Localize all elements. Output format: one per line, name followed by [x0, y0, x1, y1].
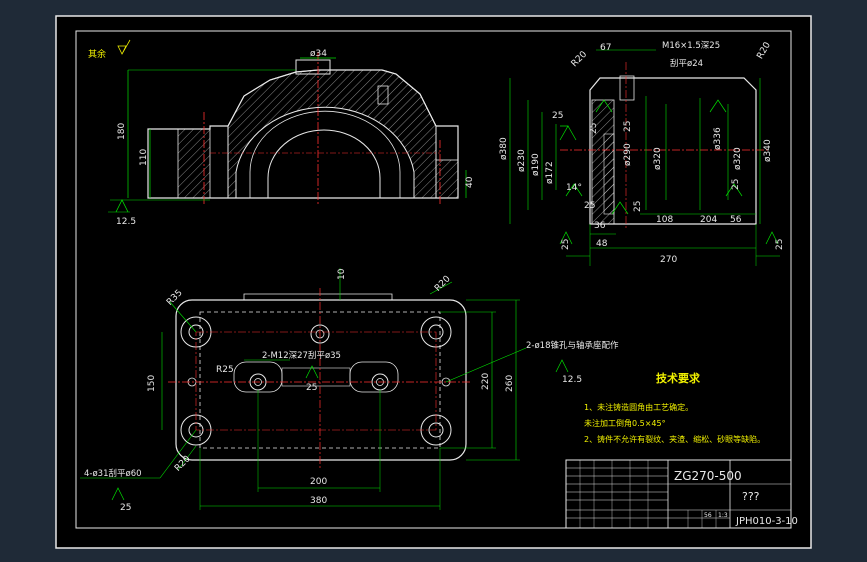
dim-67: 67 [600, 43, 611, 53]
dim-260: 260 [505, 375, 515, 392]
cad-viewport[interactable]: 其余 ø34 180 110 40 12.5 67 M16×1.5深25 刮平ø… [0, 0, 867, 562]
dim-top-diameter: ø34 [310, 49, 327, 59]
dim-48: 48 [596, 239, 608, 249]
title-material: ZG270-500 [674, 469, 742, 483]
title-code: JPH010-3-10 [735, 516, 798, 527]
dim-220: 220 [481, 373, 491, 390]
dim-thread-holes: 2-M12深27刮平ø35 [262, 350, 341, 361]
dim-25-low-left: 25 [561, 239, 571, 250]
dim-base-thickness: 40 [465, 176, 475, 188]
dim-d320a: ø320 [653, 147, 663, 170]
dim-d190: ø190 [531, 153, 541, 176]
dim-d380: ø380 [499, 137, 509, 160]
dim-25b: 25 [589, 123, 599, 134]
dim-d172: ø172 [545, 161, 555, 184]
roughness-front: 12.5 [116, 217, 136, 227]
dim-200: 200 [310, 477, 327, 487]
dim-25-bottom: 25 [120, 503, 131, 513]
dim-25a: 25 [552, 111, 563, 121]
dim-d336: ø336 [713, 127, 723, 150]
dim-108: 108 [656, 215, 673, 225]
dim-25-center: 25 [306, 383, 317, 393]
dim-bolt-holes: 4-ø31刮平ø60 [84, 468, 142, 479]
title-scale: 1:3 [718, 512, 728, 519]
tech-item-1: 1、未注铸造圆角由工艺确定。 [584, 402, 693, 412]
dim-270: 270 [660, 255, 677, 265]
dim-25e: 25 [633, 201, 643, 212]
tech-title: 技术要求 [656, 371, 701, 385]
title-qty: 56 [704, 512, 712, 519]
dim-25c: 25 [623, 121, 633, 132]
dim-counterbore: 刮平ø24 [670, 58, 703, 69]
dim-25-low-right: 25 [775, 239, 785, 250]
dim-thread: M16×1.5深25 [662, 41, 720, 51]
dim-r25: R25 [216, 365, 234, 375]
roughness-note: 其余 [88, 48, 106, 60]
title-name: ??? [742, 490, 760, 503]
tech-item-3: 2、铸件不允许有裂纹、夹渣、缩松、砂眼等缺陷。 [584, 434, 765, 444]
dim-height-mid: 110 [139, 149, 149, 166]
drawing-canvas: 其余 ø34 180 110 40 12.5 67 M16×1.5深25 刮平ø… [55, 15, 812, 549]
dim-14deg: 14° [566, 183, 582, 193]
dim-10: 10 [337, 268, 347, 280]
dim-d340: ø340 [763, 139, 773, 162]
dim-d320b: ø320 [733, 147, 743, 170]
roughness-plan: 12.5 [562, 375, 582, 385]
dim-56: 56 [730, 215, 742, 225]
dim-height-total: 180 [117, 123, 127, 140]
dim-d290: ø290 [623, 143, 633, 166]
dim-d230: ø230 [517, 149, 527, 172]
dim-150: 150 [147, 375, 157, 392]
dim-pin-holes: 2-ø18锥孔与轴承座配作 [526, 340, 619, 351]
dim-36: 36 [594, 221, 606, 231]
dim-25d: 25 [731, 179, 741, 190]
dim-380: 380 [310, 496, 327, 506]
dim-25f: 25 [584, 201, 595, 211]
tech-item-2: 未注加工倒角0.5×45° [584, 418, 666, 428]
dim-204: 204 [700, 215, 717, 225]
